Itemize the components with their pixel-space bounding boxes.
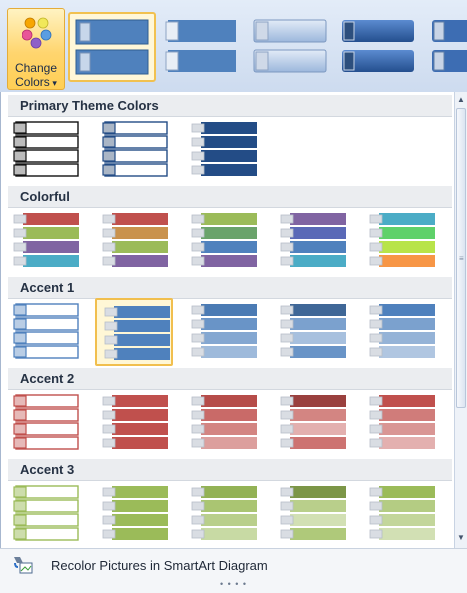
recolor-pictures-label: Recolor Pictures in SmartArt Diagram	[51, 557, 268, 573]
color-option-accent3-4[interactable]	[273, 480, 351, 548]
color-option-accent3-3[interactable]	[184, 480, 262, 548]
style-thumbnail-1[interactable]	[68, 12, 156, 82]
style-thumbnail-4[interactable]	[338, 12, 418, 82]
color-option-primary-1[interactable]	[6, 116, 84, 184]
section-header-colorful: Colorful	[8, 186, 452, 208]
color-option-accent2-2[interactable]	[95, 389, 173, 457]
change-colors-label: Change	[14, 61, 58, 75]
color-option-accent3-2[interactable]	[95, 480, 173, 548]
vertical-scrollbar[interactable]: ▲ ≡ ▼	[454, 92, 467, 548]
section-header-accent1: Accent 1	[8, 277, 452, 299]
style-thumbnail-3[interactable]	[250, 12, 330, 82]
scroll-down-icon[interactable]: ▼	[455, 532, 467, 544]
color-circles-icon	[22, 17, 52, 49]
style-thumbnail-5[interactable]	[426, 12, 467, 82]
color-option-colorful-1[interactable]	[6, 207, 84, 275]
recolor-pictures-icon	[12, 554, 34, 576]
color-option-accent2-3[interactable]	[184, 389, 262, 457]
color-option-accent1-2[interactable]	[95, 298, 173, 366]
color-option-accent1-4[interactable]	[273, 298, 351, 366]
color-option-accent1-5[interactable]	[362, 298, 440, 366]
section-header-primary: Primary Theme Colors	[8, 95, 452, 117]
change-colors-button[interactable]: Change Colors ▾	[7, 8, 65, 90]
recolor-pictures-item[interactable]: Recolor Pictures in SmartArt Diagram	[12, 552, 268, 578]
color-option-colorful-2[interactable]	[95, 207, 173, 275]
color-option-accent2-5[interactable]	[362, 389, 440, 457]
smartart-styles-ribbon: Change Colors ▾	[0, 0, 467, 93]
color-option-accent1-3[interactable]	[184, 298, 262, 366]
color-option-primary-3[interactable]	[184, 116, 262, 184]
color-option-accent1-1[interactable]	[6, 298, 84, 366]
color-option-primary-2[interactable]	[95, 116, 173, 184]
scroll-up-icon[interactable]: ▲	[455, 94, 467, 106]
section-header-accent3: Accent 3	[8, 459, 452, 481]
dropdown-arrow-icon: ▾	[52, 78, 57, 88]
color-option-accent3-1[interactable]	[6, 480, 84, 548]
color-option-accent2-4[interactable]	[273, 389, 351, 457]
style-thumbnail-2[interactable]	[162, 12, 242, 82]
color-option-accent3-5[interactable]	[362, 480, 440, 548]
section-header-accent2: Accent 2	[8, 368, 452, 390]
scroll-grip-icon: ≡	[459, 254, 464, 263]
color-option-accent2-1[interactable]	[6, 389, 84, 457]
color-option-colorful-4[interactable]	[273, 207, 351, 275]
resize-grip-icon[interactable]: • • • •	[0, 579, 467, 589]
color-option-colorful-5[interactable]	[362, 207, 440, 275]
scrollbar-thumb[interactable]: ≡	[456, 108, 466, 408]
color-option-colorful-3[interactable]	[184, 207, 262, 275]
change-colors-label-2: Colors ▾	[15, 75, 57, 89]
dropdown-footer: Recolor Pictures in SmartArt Diagram • •…	[0, 548, 467, 593]
